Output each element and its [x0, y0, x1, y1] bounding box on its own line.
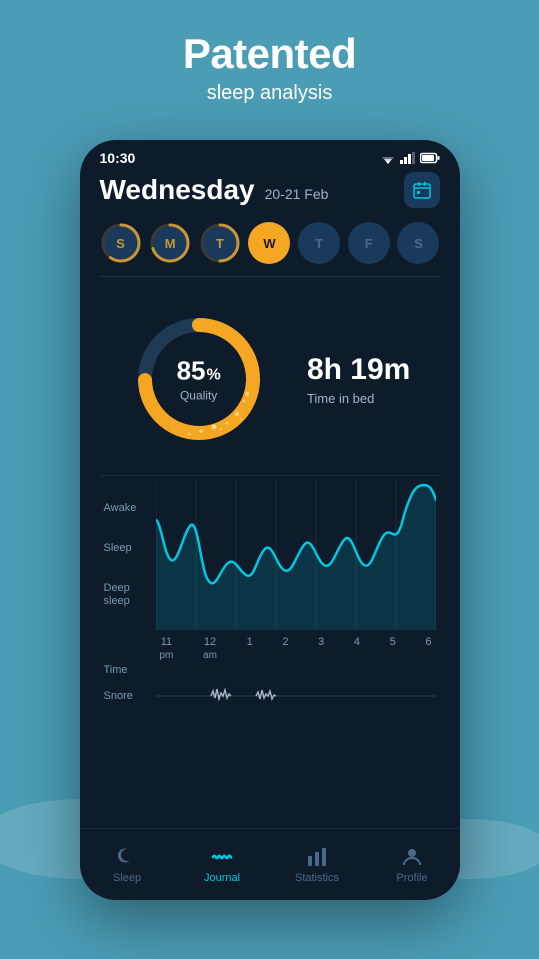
- date-range: 20-21 Feb: [265, 186, 329, 202]
- day-circle-3[interactable]: W: [248, 222, 290, 264]
- divider-1: [100, 475, 440, 476]
- app-title: Patented: [0, 30, 539, 78]
- quality-percent-suffix: %: [206, 367, 220, 385]
- day-circle-2[interactable]: T: [199, 222, 241, 264]
- snore-label: Snore: [104, 690, 156, 702]
- sleep-chart-svg: [156, 480, 436, 630]
- donut-center: 85 % Quality: [177, 356, 221, 403]
- bar-chart-icon: [306, 846, 328, 868]
- wave-icon: [211, 846, 233, 868]
- time-label-12am: 12am: [203, 636, 217, 662]
- time-in-bed: 8h 19m Time in bed: [307, 353, 410, 406]
- time-label-2: 2: [282, 636, 288, 662]
- time-axis: 11pm 12am 1 2 3 4 5 6: [104, 636, 436, 662]
- wifi-icon: [380, 152, 396, 164]
- sleep-quality-section: 85 % Quality 8h 19m Time in bed: [100, 293, 440, 465]
- moon-icon: [116, 846, 138, 868]
- day-circle-4[interactable]: T: [298, 222, 340, 264]
- y-label-deep: Deepsleep: [104, 582, 156, 608]
- time-row: Time: [104, 664, 436, 676]
- nav-label-profile: Profile: [396, 872, 427, 884]
- sleep-chart: Awake Sleep Deepsleep: [100, 480, 440, 712]
- snore-row: Snore: [104, 680, 436, 712]
- time-row-label: Time: [104, 664, 156, 676]
- battery-icon: [420, 152, 440, 164]
- status-bar: 10:30: [80, 140, 460, 172]
- chart-area: [156, 480, 436, 630]
- time-labels-row: 11pm 12am 1 2 3 4 5 6: [156, 636, 436, 662]
- day-info: Wednesday 20-21 Feb: [100, 174, 329, 206]
- bottom-nav: Sleep Journal Statistics Profile: [80, 828, 460, 900]
- y-label-awake: Awake: [104, 502, 156, 515]
- nav-item-sleep[interactable]: Sleep: [80, 846, 175, 884]
- main-content: Wednesday 20-21 Feb: [80, 172, 460, 712]
- week-days: S M T W: [100, 222, 440, 277]
- day-circle-1[interactable]: M: [149, 222, 191, 264]
- time-label-11pm: 11pm: [160, 636, 174, 662]
- day-header: Wednesday 20-21 Feb: [100, 172, 440, 208]
- nav-label-sleep: Sleep: [113, 872, 141, 884]
- time-label-6: 6: [425, 636, 431, 662]
- chart-wrapper: Awake Sleep Deepsleep: [104, 480, 436, 630]
- nav-item-profile[interactable]: Profile: [365, 846, 460, 884]
- time-label-3: 3: [318, 636, 324, 662]
- quality-label: Quality: [177, 389, 221, 403]
- nav-item-journal[interactable]: Journal: [175, 846, 270, 884]
- calendar-icon: [413, 181, 431, 199]
- y-label-sleep: Sleep: [104, 542, 156, 555]
- time-label-5: 5: [390, 636, 396, 662]
- time-value: 8h 19m: [307, 353, 410, 387]
- app-subtitle: sleep analysis: [0, 82, 539, 105]
- status-icons: [380, 152, 440, 164]
- quality-percent: 85: [177, 356, 206, 387]
- snore-wave-svg: [156, 686, 436, 706]
- signal-icon: [400, 152, 416, 164]
- day-name: Wednesday: [100, 174, 255, 206]
- day-circle-5[interactable]: F: [348, 222, 390, 264]
- sleep-quality-donut: 85 % Quality: [129, 309, 269, 449]
- phone-frame: 10:30: [80, 140, 460, 900]
- nav-label-statistics: Statistics: [295, 872, 339, 884]
- nav-label-journal: Journal: [204, 872, 240, 884]
- person-icon: [401, 846, 423, 868]
- status-time: 10:30: [100, 150, 136, 166]
- nav-item-statistics[interactable]: Statistics: [270, 846, 365, 884]
- time-label-4: 4: [354, 636, 360, 662]
- day-circle-6[interactable]: S: [397, 222, 439, 264]
- time-label-1: 1: [247, 636, 253, 662]
- day-circle-0[interactable]: S: [100, 222, 142, 264]
- calendar-button[interactable]: [404, 172, 440, 208]
- y-labels: Awake Sleep Deepsleep: [104, 480, 156, 630]
- time-label: Time in bed: [307, 391, 410, 406]
